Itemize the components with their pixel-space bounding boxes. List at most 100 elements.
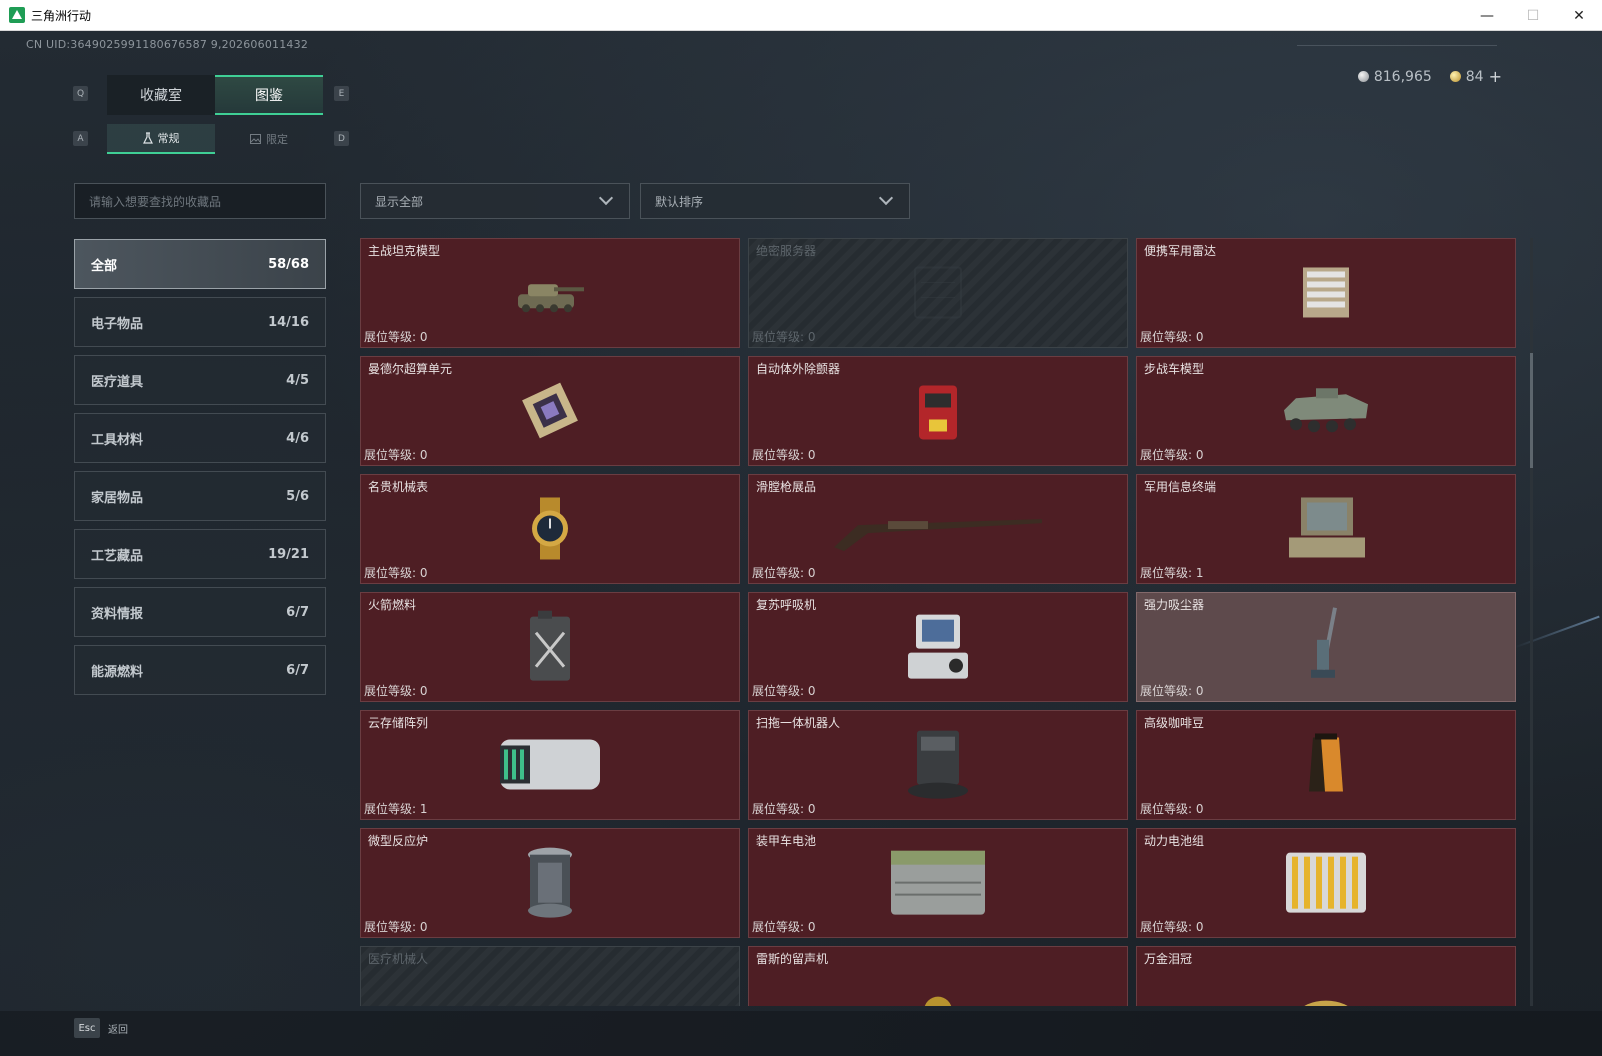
card-item-name: 扫拖一体机器人 [756,716,841,730]
collection-card[interactable]: 医疗机械人 [360,946,740,1006]
category-name: 医疗道具 [91,374,144,390]
chevron-down-icon [598,190,614,206]
card-item-name: 便携军用雷达 [1144,244,1217,258]
search-input[interactable]: 请输入想要查找的收藏品 [74,183,326,219]
main-tabs: 收藏室 图鉴 [107,75,323,115]
collection-card[interactable]: 微型反应炉 展位等级: 0 [360,828,740,938]
category-name: 资料情报 [91,606,144,622]
card-item-name: 强力吸尘器 [1144,598,1205,612]
add-currency-button[interactable]: + [1489,67,1502,86]
collection-card[interactable]: 复苏呼吸机 展位等级: 0 [748,592,1128,702]
booth-level-value: 0 [807,566,816,580]
collection-card[interactable]: 曼德尔超算单元 展位等级: 0 [360,356,740,466]
card-item-name: 名贵机械表 [368,480,429,494]
collection-card[interactable]: 火箭燃料 展位等级: 0 [360,592,740,702]
collection-card[interactable]: 主战坦克模型展位等级: 0 [360,238,740,348]
card-item-name: 步战车模型 [1144,362,1205,376]
collection-card[interactable]: 动力电池组 展位等级: 0 [1136,828,1516,938]
collection-card[interactable]: 云存储阵列 展位等级: 1 [360,710,740,820]
subtab-regular[interactable]: 常规 [107,124,215,154]
card-item-name: 万金泪冠 [1144,952,1193,966]
filter-show-dropdown[interactable]: 显示全部 [360,183,630,219]
collection-card[interactable]: 自动体外除颤器 展位等级: 0 [748,356,1128,466]
collection-card[interactable]: 名贵机械表 展位等级: 0 [360,474,740,584]
fuel-can-icon [520,607,580,691]
key-hint-q: Q [73,86,88,101]
sub-tabs: 常规 限定 [107,124,323,154]
collection-card[interactable]: 强力吸尘器 展位等级: 0 [1136,592,1516,702]
card-booth-level: 展位等级: 0 [752,800,816,817]
subtab-limited[interactable]: 限定 [215,124,323,154]
robot-vacuum-icon [903,725,973,809]
close-button[interactable]: ✕ [1556,0,1602,31]
category-name: 工艺藏品 [91,548,144,564]
card-item-name: 复苏呼吸机 [756,598,817,612]
flask-icon [142,132,153,144]
apc-icon [1276,380,1376,444]
radar-icon [1291,257,1361,331]
sort-dropdown[interactable]: 默认排序 [640,183,910,219]
gold-coin-icon [1449,71,1461,82]
gold-amount: 84 [1465,68,1484,85]
card-item-name: 云存储阵列 [368,716,429,730]
collection-card[interactable]: 装甲车电池 展位等级: 0 [748,828,1128,938]
category-household[interactable]: 家居物品 5/6 [74,471,326,521]
window-controls: — ☐ ✕ [1464,0,1602,31]
category-medical[interactable]: 医疗道具 4/5 [74,355,326,405]
gramophone-icon [918,985,958,1006]
collection-card[interactable]: 军用信息终端 展位等级: 1 [1136,474,1516,584]
key-hint-d: D [334,131,349,146]
maximize-button[interactable]: ☐ [1510,0,1556,31]
booth-level-label: 展位等级: [752,448,808,462]
collection-card[interactable]: 雷斯的留声机 [748,946,1128,1006]
category-count: 4/6 [286,430,309,446]
minimize-button[interactable]: — [1464,0,1510,31]
booth-level-value: 0 [419,920,428,934]
category-intel[interactable]: 资料情报 6/7 [74,587,326,637]
booth-level-value: 0 [419,684,428,698]
collection-card[interactable]: 滑膛枪展品 展位等级: 0 [748,474,1128,584]
uid-label: CN UID:3649025991180676587 9,20260601143… [26,38,309,51]
category-count: 58/68 [268,256,309,272]
silver-coin-icon [1357,71,1369,82]
booth-level-label: 展位等级: [752,566,808,580]
crown-icon [1296,985,1356,1006]
card-item-name: 火箭燃料 [368,598,417,612]
card-item-name: 军用信息终端 [1144,480,1217,494]
gold-currency: 84 + [1449,67,1502,86]
subtab-regular-label: 常规 [157,132,180,145]
tab-catalog[interactable]: 图鉴 [215,75,323,115]
card-item-name: 曼德尔超算单元 [368,362,453,376]
booth-level-value: 0 [1195,802,1204,816]
back-button[interactable]: Esc 返回 [74,1018,128,1038]
booth-level-label: 展位等级: [364,448,420,462]
card-item-name: 主战坦克模型 [368,244,441,258]
decorative-streak [1514,615,1600,649]
terminal-icon [1281,493,1371,567]
grid-scrollbar[interactable] [1530,238,1533,1006]
collection-card[interactable]: 万金泪冠 [1136,946,1516,1006]
category-tools[interactable]: 工具材料 4/6 [74,413,326,463]
card-booth-level: 展位等级: 0 [364,328,428,345]
collection-card[interactable]: 步战车模型 展位等级: 0 [1136,356,1516,466]
booth-level-label: 展位等级: [752,330,808,344]
category-energy[interactable]: 能源燃料 6/7 [74,645,326,695]
collection-card[interactable]: 高级咖啡豆 展位等级: 0 [1136,710,1516,820]
collection-card[interactable]: 绝密服务器 展位等级: 0 [748,238,1128,348]
scrollbar-thumb[interactable] [1530,353,1533,468]
collection-card[interactable]: 便携军用雷达展位等级: 0 [1136,238,1516,348]
collection-card[interactable]: 扫拖一体机器人展位等级: 0 [748,710,1128,820]
card-booth-level: 展位等级: 0 [1140,328,1204,345]
category-electronics[interactable]: 电子物品 14/16 [74,297,326,347]
tab-collection-room[interactable]: 收藏室 [107,75,215,115]
category-all[interactable]: 全部 58/68 [74,239,326,289]
coffee-bag-icon [1301,729,1351,803]
category-crafts[interactable]: 工艺藏品 19/21 [74,529,326,579]
battery-icon [883,843,993,927]
booth-level-label: 展位等级: [364,920,420,934]
booth-level-label: 展位等级: [752,684,808,698]
card-item-name: 绝密服务器 [756,244,817,258]
booth-level-label: 展位等级: [1140,566,1196,580]
booth-level-label: 展位等级: [1140,330,1196,344]
chip-icon [515,375,585,449]
